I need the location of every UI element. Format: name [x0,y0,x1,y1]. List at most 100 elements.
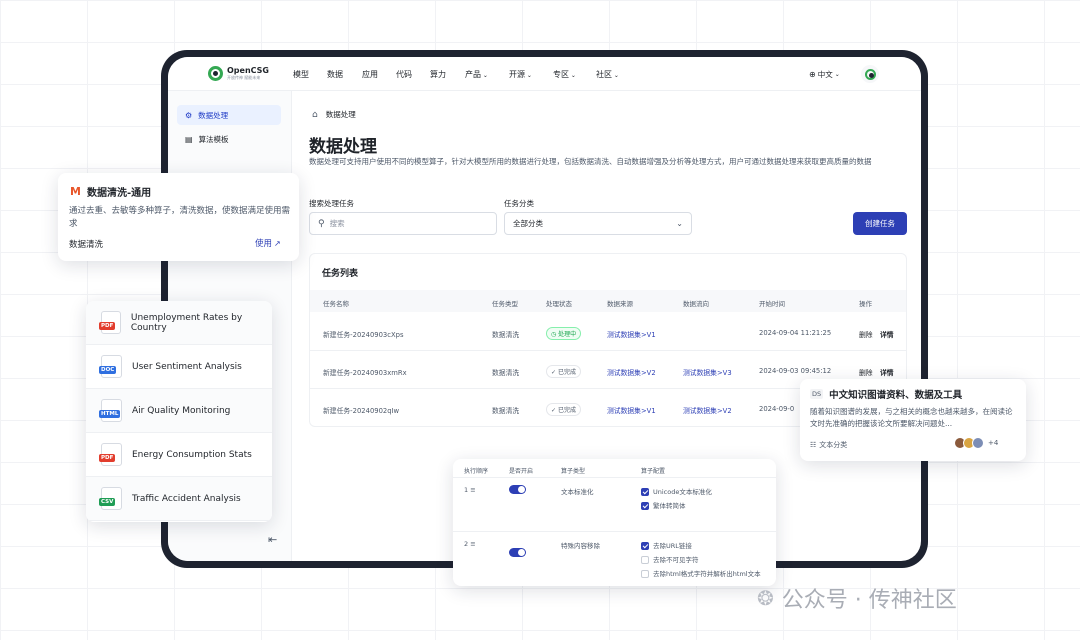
file-type-tag: HTML [99,410,121,418]
collapse-sidebar-icon[interactable]: ⇤ [268,533,277,546]
file-name: Air Quality Monitoring [132,405,231,416]
use-label: 使用 [255,239,273,249]
file-list-item[interactable]: DOC User Sentiment Analysis [86,345,272,389]
nav-item[interactable]: 模型 [293,69,309,80]
data-target-link[interactable]: 测试数据集>V2 [683,405,732,415]
checkbox[interactable] [641,488,649,496]
file-list-item[interactable]: PDF Energy Consumption Stats [86,433,272,477]
globe-icon: ⊕ [809,70,816,79]
create-task-button[interactable]: 创建任务 [853,212,907,235]
file-list-item[interactable]: CSV Traffic Accident Analysis [86,477,272,521]
search-placeholder: 搜索 [329,219,345,228]
enable-toggle[interactable] [509,548,526,557]
nav-item[interactable]: 专区 ⌄ [553,69,576,80]
checkbox[interactable] [641,502,649,510]
template-icon: ▤ [185,134,193,144]
file-type-tag: DOC [99,366,117,374]
nav-item[interactable]: 社区 ⌄ [596,69,619,80]
execution-order: 1 ≡ [464,486,476,494]
delete-button[interactable]: 删除 [859,367,873,377]
nav-item[interactable]: 产品 ⌄ [465,69,488,80]
file-csv-icon: CSV [99,487,122,510]
config-column-header: 算子类型 [561,468,586,475]
brand-tagline: 开放传神 赋能未来 [227,74,261,80]
option-label: Unicode文本标准化 [653,488,712,496]
language-switcher[interactable]: ⊕ 中文 ⌄ [809,69,840,80]
delete-button[interactable]: 删除 [859,329,873,339]
wechat-icon: ❂ [757,586,774,610]
option-label: 去除URL链接 [653,542,692,550]
template-card[interactable]: M 数据清洗-通用 通过去重、去敏等多种算子，清洗数据，使数据满足使用需求 数据… [58,173,299,261]
nav-item[interactable]: 代码 [396,69,412,80]
data-source-link[interactable]: 测试数据集>V1 [607,405,656,415]
file-html-icon: HTML [99,399,122,422]
status-label: 已完成 [557,407,576,414]
file-name: Traffic Accident Analysis [132,493,241,504]
drag-handle-icon[interactable]: ≡ [468,540,475,548]
data-source-link[interactable]: 测试数据集>V1 [607,329,656,339]
start-time: 2024-09-04 11:21:25 [759,329,832,337]
category-select[interactable]: 全部分类 ⌄ [504,212,692,235]
nav-item[interactable]: 开源 ⌄ [509,69,532,80]
start-time: 2024-09-03 09:45:12 [759,367,832,375]
divider [453,477,776,478]
checkbox[interactable] [641,570,649,578]
category-icon: ☷ [810,441,817,449]
status-label: 已完成 [557,369,576,376]
chevron-down-icon: ⌄ [676,219,683,228]
checkbox[interactable] [641,556,649,564]
sidebar-item[interactable]: ▤ 算法模板 [177,129,281,149]
option-label: 去除html格式字符并解析出html文本 [653,570,761,578]
sidebar-item[interactable]: ⚙ 数据处理 [177,105,281,125]
template-use-button[interactable]: 使用 ↗ [255,237,281,250]
knowledge-card[interactable]: DS 中文知识图谱资料、数据及工具 随着知识图谱的发展，与之相关的概念也越来越多… [800,379,1026,461]
enable-toggle[interactable] [509,485,526,494]
operator-option[interactable]: Unicode文本标准化 [641,486,712,496]
details-button[interactable]: 详情 [880,367,894,377]
brand-logo[interactable]: OpenCSG 开放传神 赋能未来 [208,66,269,81]
details-button[interactable]: 详情 [880,329,894,339]
option-label: 繁体转简体 [653,502,686,510]
operator-option[interactable]: 繁体转简体 [641,500,686,510]
home-icon[interactable]: ⌂ [312,110,318,120]
nav-item-label: 算力 [430,70,446,79]
file-type-tag: PDF [99,322,116,330]
more-avatars-count: +4 [988,439,999,447]
file-list: PDF Unemployment Rates by Country DOC User … [86,301,272,521]
file-list-item[interactable]: PDF Unemployment Rates by Country [86,301,272,345]
search-input[interactable]: ⚲ 搜索 [309,212,497,235]
nav-item[interactable]: 应用 [362,69,378,80]
nav-item-label: 应用 [362,70,378,79]
operator-config-table: 执行顺序 是否开启 算子类型 算子配置 1 ≡ 文本标准化 Unicode文本标准化 繁体转简… [453,459,776,578]
column-header: 操作 [859,300,872,308]
chevron-down-icon: ⌄ [525,72,532,79]
data-target-link[interactable]: 测试数据集>V3 [683,367,732,377]
user-avatar[interactable] [861,65,879,83]
option-label: 去除不可见字符 [653,556,699,564]
operator-config-card: 执行顺序 是否开启 算子类型 算子配置 1 ≡ 文本标准化 Unicode文本标准化 繁体转简… [453,459,776,586]
status-badge: ◷ 处理中 [546,327,582,340]
file-list-item[interactable]: HTML Air Quality Monitoring [86,389,272,433]
nav-item[interactable]: 算力 [430,69,446,80]
category-label: 任务分类 [504,199,534,208]
file-type-tag: PDF [99,454,116,462]
watermark: ❂ 公众号 · 传神社区 [757,582,957,614]
data-source-link[interactable]: 测试数据集>V2 [607,367,656,377]
nav-item[interactable]: 数据 [327,69,343,80]
data-process-icon: ⚙ [185,110,193,120]
operator-option[interactable]: 去除URL链接 [641,540,692,550]
operator-option[interactable]: 去除html格式字符并解析出html文本 [641,568,761,578]
template-card-header: M 数据清洗-通用 [70,184,151,199]
sidebar-item-label: 数据处理 [198,110,229,120]
nav-item-label: 社区 [596,70,612,79]
checkbox[interactable] [641,542,649,550]
avatar-logo-icon [864,68,876,80]
column-header: 数据来源 [607,300,633,308]
drag-handle-icon[interactable]: ≡ [468,486,475,494]
task-list-title: 任务列表 [322,269,359,279]
operator-option[interactable]: 去除不可见字符 [641,554,699,564]
gmail-m-icon: M [70,185,81,198]
breadcrumb: ⌂ 数据处理 [312,109,356,120]
start-time: 2024-09-0 [759,405,795,413]
watermark-text: 公众号 · 传神社区 [781,588,957,613]
